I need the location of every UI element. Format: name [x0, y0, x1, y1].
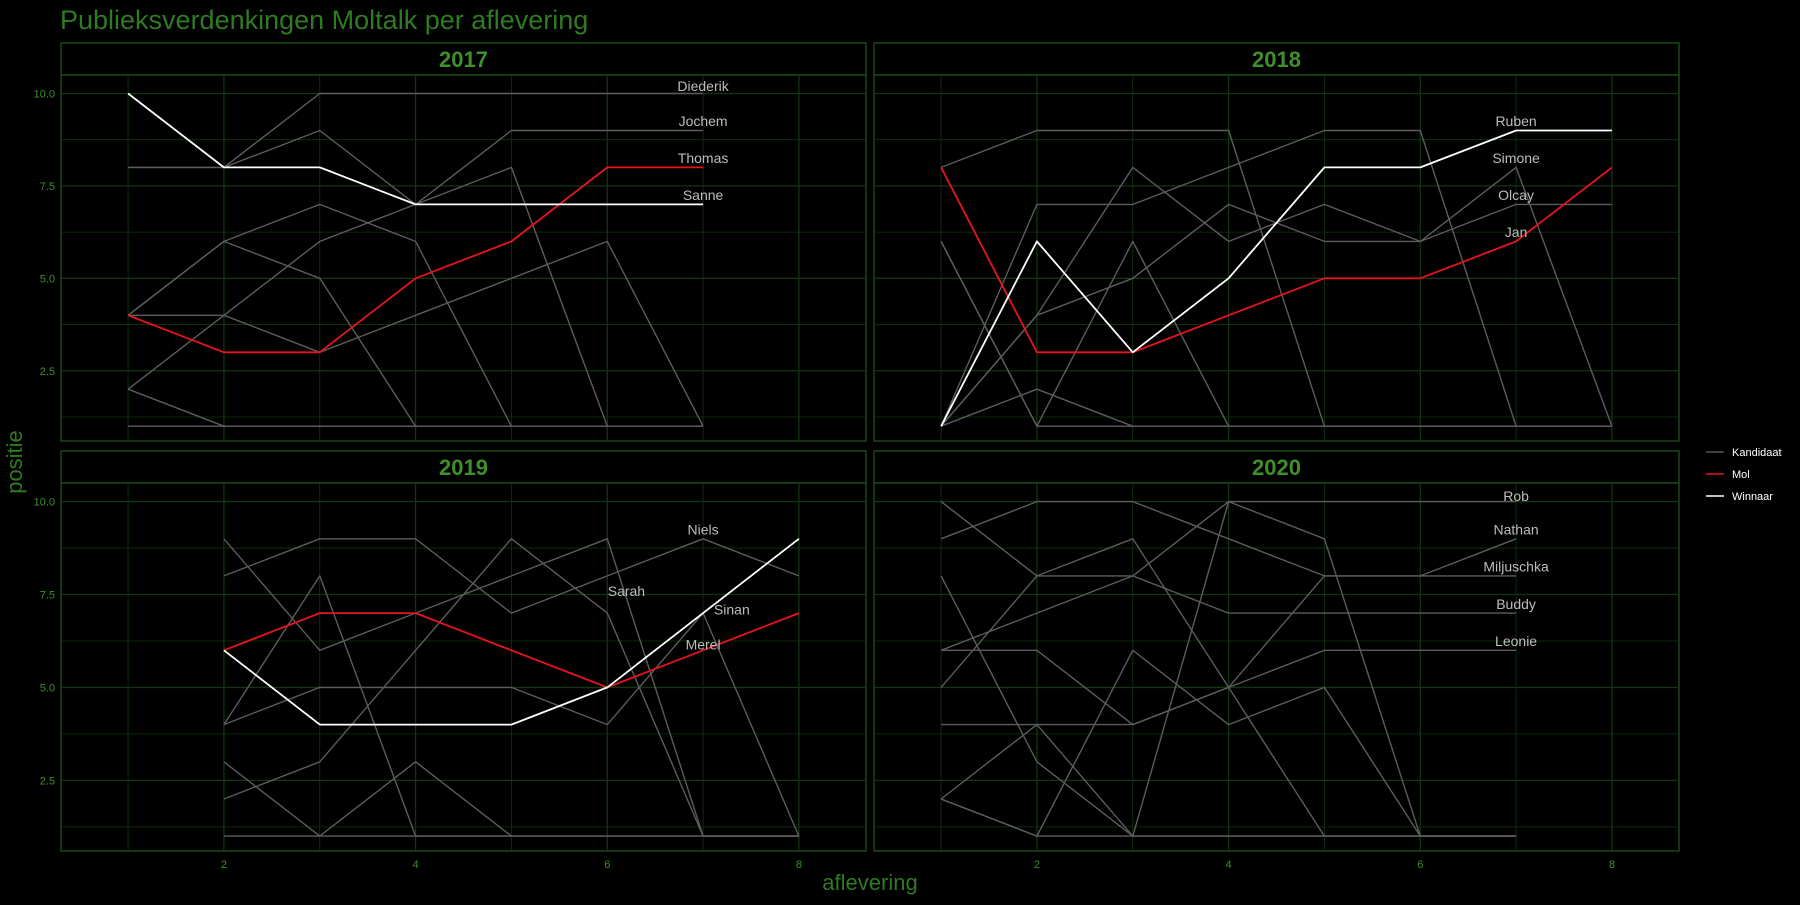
- x-tick-label: 6: [1417, 859, 1423, 871]
- facet-panel: 2017 2.5 5.0 7.5 10.0 Diederik Jochem Thomas San…: [34, 42, 867, 442]
- y-tick-label: 5.0: [40, 682, 55, 694]
- y-tick-label: 10.0: [34, 497, 55, 509]
- x-tick-label: 4: [413, 859, 419, 871]
- series-label: Nathan: [1494, 521, 1539, 537]
- series-label: Jochem: [679, 113, 728, 129]
- series-label: Leonie: [1495, 633, 1537, 649]
- series-label: Sanne: [683, 187, 724, 203]
- x-tick-label: 4: [1226, 859, 1232, 871]
- series-label: Sinan: [714, 601, 750, 617]
- series-label: Ruben: [1495, 113, 1536, 129]
- series-label: Simone: [1492, 150, 1540, 166]
- series-label: Miljuschka: [1483, 559, 1549, 575]
- facet-title: 2020: [1252, 455, 1301, 480]
- facet-title: 2018: [1252, 47, 1301, 72]
- series-label: Merel: [686, 637, 721, 653]
- y-tick-label: 10.0: [34, 88, 55, 100]
- chart-svg: Publieksverdenkingen Moltalk per aflever…: [0, 0, 1800, 900]
- series-label: Diederik: [677, 78, 729, 94]
- legend-label: Mol: [1732, 469, 1750, 481]
- y-tick-label: 2.5: [40, 366, 55, 378]
- facet-panel: 2018 Ruben Simone Olcay Jan: [873, 42, 1680, 442]
- y-tick-label: 7.5: [40, 590, 55, 602]
- x-tick-label: 2: [221, 859, 227, 871]
- y-tick-label: 7.5: [40, 181, 55, 193]
- series-label: Olcay: [1498, 187, 1534, 203]
- x-axis-label: aflevering: [822, 870, 917, 895]
- y-tick-label: 2.5: [40, 775, 55, 787]
- facet-panel: 2019 2.5 5.0 7.5 10.0 2 4 6 8 Niels Sarah Sinan Mere…: [34, 450, 867, 871]
- faceted-line-chart: Publieksverdenkingen Moltalk per aflever…: [0, 0, 1800, 900]
- series-label: Buddy: [1496, 596, 1536, 612]
- series-label: Niels: [688, 521, 719, 537]
- y-tick-label: 5.0: [40, 273, 55, 285]
- facet-panel: 2020 2 4 6 8 Rob Nathan Miljuschka Buddy Leonie: [873, 450, 1680, 871]
- facet-panels: 2017 2.5 5.0 7.5 10.0 Diederik Jochem Thomas San…: [34, 42, 1680, 871]
- series-label: Sarah: [608, 583, 645, 599]
- legend-label: Winnaar: [1732, 491, 1773, 503]
- facet-title: 2019: [439, 455, 488, 480]
- series-label: Rob: [1503, 488, 1529, 504]
- series-label: Thomas: [678, 150, 729, 166]
- facet-title: 2017: [439, 47, 488, 72]
- chart-title: Publieksverdenkingen Moltalk per aflever…: [60, 5, 588, 35]
- facet-plot-area: [60, 74, 867, 442]
- series-label: Jan: [1505, 224, 1528, 240]
- x-tick-label: 2: [1034, 859, 1040, 871]
- facet-plot-area: [60, 482, 867, 852]
- facet-plot-area: [873, 482, 1680, 852]
- y-axis-label: positie: [2, 430, 27, 494]
- x-tick-label: 6: [604, 859, 610, 871]
- x-tick-label: 8: [796, 859, 802, 871]
- x-tick-label: 8: [1609, 859, 1615, 871]
- legend-label: Kandidaat: [1732, 447, 1782, 459]
